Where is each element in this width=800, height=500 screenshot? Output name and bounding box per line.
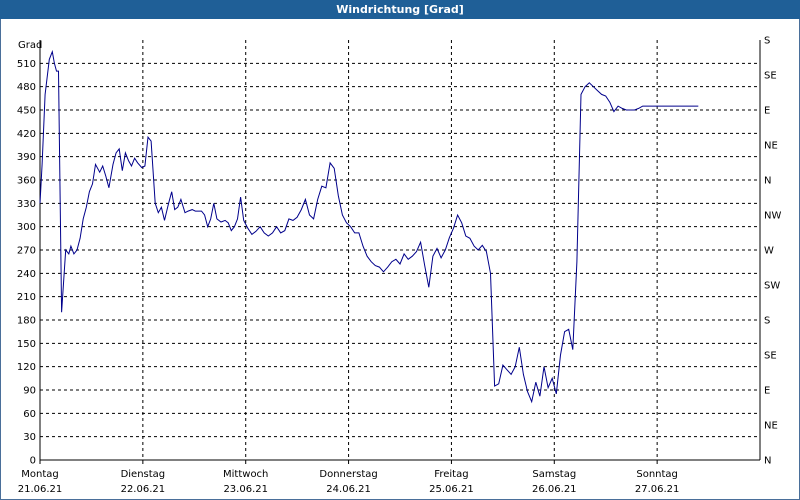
x-tick-date: 25.06.21: [429, 484, 474, 495]
y-tick-label: 300: [17, 222, 36, 233]
y-tick-label: 420: [17, 129, 36, 140]
y-tick-label-right: E: [764, 106, 770, 117]
x-tick-date: 21.06.21: [18, 484, 63, 495]
y-tick-label: 210: [17, 292, 36, 303]
y-tick-label: 30: [23, 432, 36, 443]
x-tick-day: Freitag: [434, 469, 468, 480]
y-tick-label: 480: [17, 82, 36, 93]
y-tick-label: 450: [17, 106, 36, 117]
x-tick-day: Sonntag: [636, 469, 678, 480]
y-tick-label: 60: [23, 409, 36, 420]
y-axis-label: Grad: [18, 40, 42, 51]
y-tick-labels-right: N NE E SE S SW W NW N NE E SE S: [764, 36, 781, 467]
y-tick-label-right: W: [764, 246, 774, 257]
x-tick-day: Mittwoch: [223, 469, 268, 480]
y-tick-label: 180: [17, 316, 36, 327]
y-tick-label-right: NW: [764, 211, 781, 222]
y-tick-label-right: SE: [764, 351, 777, 362]
y-tick-label: 90: [23, 386, 36, 397]
y-tick-label: 270: [17, 246, 36, 257]
y-tick-label: 0: [30, 456, 36, 467]
horizontal-gridlines: [40, 62, 760, 438]
x-tick-day: Donnerstag: [319, 469, 377, 480]
y-tick-label-right: N: [764, 176, 771, 187]
y-tick-label-right: SE: [764, 71, 777, 82]
y-tick-label-right: N: [764, 456, 771, 467]
y-tick-label: 150: [17, 339, 36, 350]
x-tick-day: Samstag: [532, 469, 576, 480]
y-tick-label: 330: [17, 199, 36, 210]
x-tick-day: Montag: [21, 469, 58, 480]
x-tick-date: 27.06.21: [635, 484, 680, 495]
y-tick-label: 360: [17, 176, 36, 187]
y-tick-label: 120: [17, 362, 36, 373]
y-tick-label: 240: [17, 269, 36, 280]
vertical-gridlines: [39, 40, 658, 464]
y-tick-label-right: S: [764, 36, 770, 47]
x-tick-date: 23.06.21: [223, 484, 268, 495]
x-tick-date: 26.06.21: [532, 484, 577, 495]
y-tick-label-right: SW: [764, 281, 780, 292]
y-tick-label-right: S: [764, 316, 770, 327]
x-tick-date: 22.06.21: [121, 484, 166, 495]
y-tick-label-right: NE: [764, 421, 778, 432]
x-tick-labels: Montag 21.06.21 Dienstag 22.06.21 Mittwoch 23…: [18, 469, 680, 495]
y-tick-label: 390: [17, 152, 36, 163]
chart: Grad 0 30 60 90 120 150 180 210 240 270 300 330 360 3…: [17, 36, 782, 496]
y-tick-label-right: E: [764, 386, 770, 397]
x-tick-date: 24.06.21: [326, 484, 371, 495]
y-tick-label-right: NE: [764, 141, 778, 152]
y-tick-label: 510: [17, 59, 36, 70]
x-tick-day: Dienstag: [121, 469, 166, 480]
y-tick-labels-left: 0 30 60 90 120 150 180 210 240 270 300 330 360 390 420…: [17, 59, 36, 467]
